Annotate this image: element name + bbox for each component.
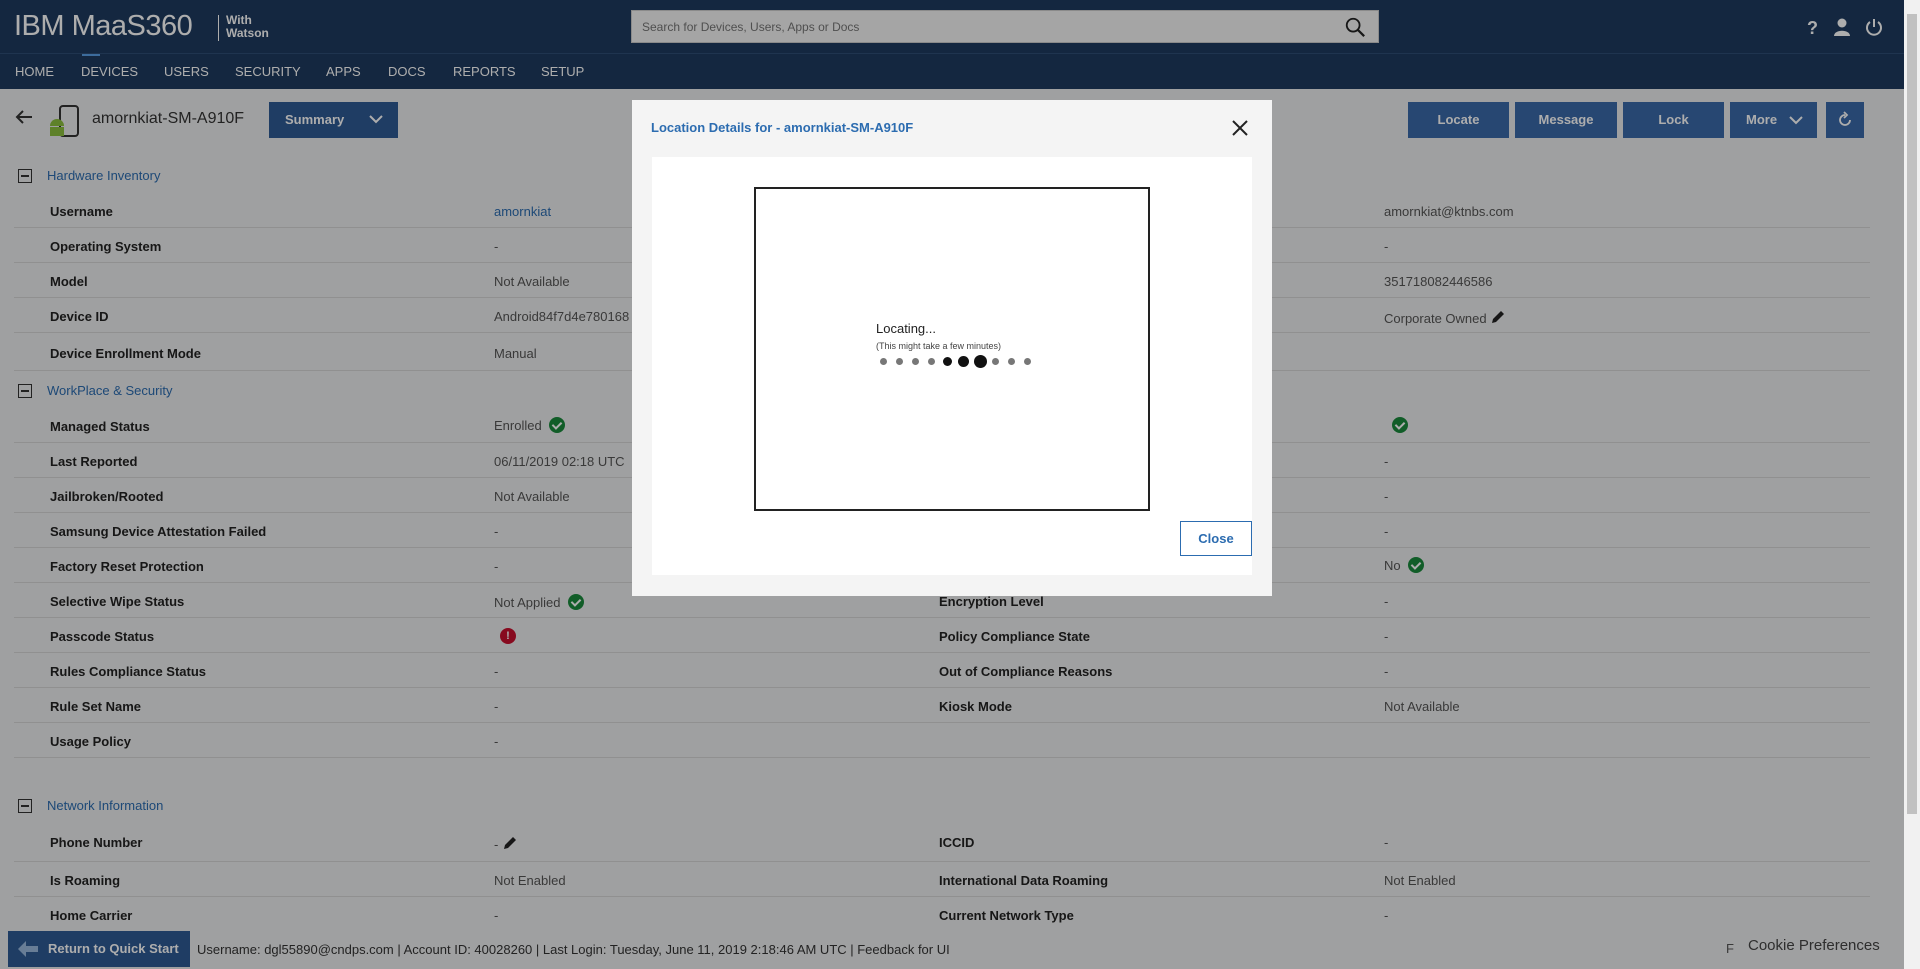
loading-subtext: (This might take a few minutes) bbox=[876, 341, 1002, 351]
page-scrollbar[interactable] bbox=[1904, 0, 1920, 969]
spinner-dot bbox=[1008, 358, 1015, 365]
spinner-dot bbox=[992, 358, 999, 365]
spinner-dot bbox=[1024, 358, 1031, 365]
dialog-body: Locating... (This might take a few minut… bbox=[652, 157, 1252, 575]
scroll-thumb[interactable] bbox=[1907, 14, 1917, 814]
spinner-dot bbox=[928, 358, 935, 365]
close-button[interactable]: Close bbox=[1180, 521, 1252, 556]
location-details-dialog: Location Details for - amornkiat-SM-A910… bbox=[632, 100, 1272, 596]
spinner-dot bbox=[880, 358, 887, 365]
spinner-dot bbox=[896, 358, 903, 365]
spinner-dot bbox=[943, 357, 952, 366]
spinner-dot bbox=[958, 356, 969, 367]
spinner-dot bbox=[912, 358, 919, 365]
loading-text: Locating... bbox=[876, 321, 936, 336]
spinner-dot bbox=[974, 355, 987, 368]
close-icon[interactable] bbox=[1230, 118, 1250, 138]
dialog-title: Location Details for - amornkiat-SM-A910… bbox=[651, 120, 914, 135]
map-frame: Locating... (This might take a few minut… bbox=[754, 187, 1150, 511]
